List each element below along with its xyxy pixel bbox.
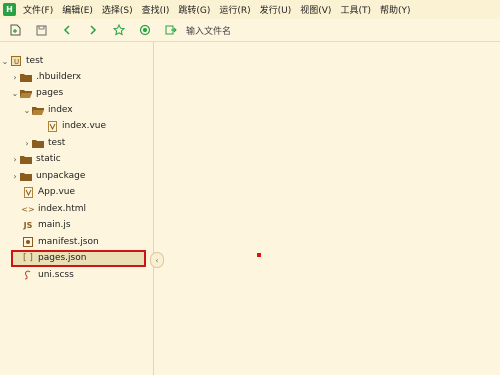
tree-item-pages[interactable]: ⌄ pages <box>0 85 160 101</box>
menu-run[interactable]: 运行(R) <box>219 3 250 16</box>
tree-item-label: pages <box>36 88 64 98</box>
toolbar: 输入文件名 <box>0 19 500 42</box>
svg-text:U: U <box>14 58 19 66</box>
chevron-down-icon[interactable]: ⌄ <box>0 57 10 66</box>
scss-file-icon <box>22 270 34 280</box>
tree-item-label: static <box>36 154 61 164</box>
menu-view[interactable]: 视图(V) <box>300 3 331 16</box>
tree-item-app-vue[interactable]: App.vue <box>0 184 172 200</box>
folder-open-icon <box>20 88 32 98</box>
project-icon: U <box>10 56 22 66</box>
back-icon[interactable] <box>60 23 74 37</box>
tree-item-project-test[interactable]: ⌄ U test <box>0 53 150 69</box>
chevron-left-icon: ‹ <box>155 255 159 265</box>
tree-item-static[interactable]: › static <box>0 151 160 167</box>
menu-tools[interactable]: 工具(T) <box>340 3 371 16</box>
json-file-icon: [ ] <box>23 253 33 263</box>
vue-file-icon <box>46 120 58 132</box>
sidebar-collapse-handle[interactable]: ‹ <box>150 252 164 268</box>
tree-item-manifest-json[interactable]: manifest.json <box>0 234 172 250</box>
chevron-down-icon[interactable]: ⌄ <box>22 106 32 115</box>
menu-edit[interactable]: 编辑(E) <box>62 3 93 16</box>
folder-icon <box>20 154 32 164</box>
folder-icon <box>20 171 32 181</box>
tree-item-hbuilderx[interactable]: › .hbuilderx <box>0 69 160 85</box>
tree-item-unpackage[interactable]: › unpackage <box>0 168 160 184</box>
tree-item-index-html[interactable]: <> index.html <box>0 201 172 217</box>
tree-item-index-vue[interactable]: index.vue <box>0 118 196 134</box>
star-icon[interactable] <box>112 23 126 37</box>
tree-item-label: pages.json <box>38 253 87 263</box>
tree-item-label: App.vue <box>38 187 76 197</box>
chevron-down-icon[interactable]: ⌄ <box>10 89 20 98</box>
tree-item-label: test <box>48 138 66 148</box>
folder-icon <box>32 138 44 148</box>
folder-icon <box>20 72 32 82</box>
save-icon[interactable] <box>34 23 48 37</box>
tree-item-index-folder[interactable]: ⌄ index <box>0 102 172 118</box>
tree-item-pages-json[interactable]: [ ] pages.json <box>0 250 172 266</box>
folder-open-icon <box>32 105 44 115</box>
tree-item-label: .hbuilderx <box>36 72 82 82</box>
tree-item-test-folder[interactable]: › test <box>0 135 172 151</box>
menu-publish[interactable]: 发行(U) <box>260 3 292 16</box>
chevron-right-icon[interactable]: › <box>10 73 20 82</box>
forward-icon[interactable] <box>86 23 100 37</box>
tree-item-uni-scss[interactable]: uni.scss <box>0 267 172 283</box>
app-logo: H <box>3 3 16 16</box>
html-file-icon: <> <box>21 204 35 214</box>
run-icon[interactable] <box>138 23 152 37</box>
js-file-icon: JS <box>23 220 33 230</box>
new-file-icon[interactable] <box>8 23 22 37</box>
menu-bar: H 文件(F) 编辑(E) 选择(S) 查找(I) 跳转(G) 运行(R) 发行… <box>0 0 500 19</box>
tree-item-label: index.vue <box>62 121 107 131</box>
tree-item-label: manifest.json <box>38 237 99 247</box>
open-file-icon[interactable] <box>164 23 178 37</box>
file-search-input[interactable]: 输入文件名 <box>186 24 231 37</box>
cursor-marker <box>257 253 261 257</box>
chevron-right-icon[interactable]: › <box>22 139 32 148</box>
tree-item-label: unpackage <box>36 171 86 181</box>
tree-item-label: index <box>48 105 73 115</box>
tree-item-main-js[interactable]: JS main.js <box>0 217 172 233</box>
project-explorer: ⌄ U test › .hbuilderx ⌄ pages ⌄ index in… <box>0 42 154 375</box>
menu-find[interactable]: 查找(I) <box>142 3 170 16</box>
manifest-file-icon <box>22 237 34 247</box>
tree-item-label: test <box>26 56 44 66</box>
chevron-right-icon[interactable]: › <box>10 172 20 181</box>
tree-item-label: uni.scss <box>38 270 74 280</box>
tree-item-label: index.html <box>38 204 86 214</box>
menu-goto[interactable]: 跳转(G) <box>178 3 210 16</box>
menu-file[interactable]: 文件(F) <box>23 3 53 16</box>
tree-item-label: main.js <box>38 220 71 230</box>
chevron-right-icon[interactable]: › <box>10 155 20 164</box>
menu-help[interactable]: 帮助(Y) <box>380 3 411 16</box>
vue-file-icon <box>22 186 34 198</box>
menu-select[interactable]: 选择(S) <box>102 3 133 16</box>
